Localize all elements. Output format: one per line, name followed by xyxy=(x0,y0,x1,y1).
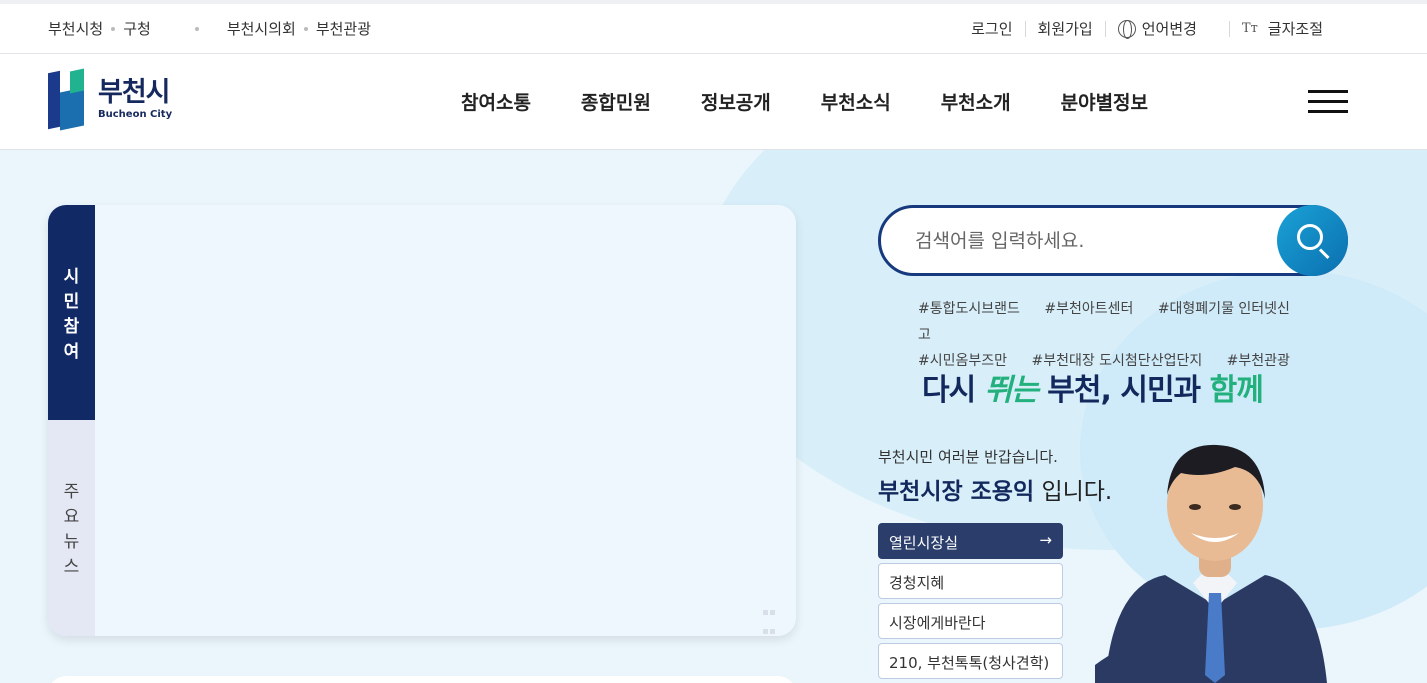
search-box xyxy=(878,205,1348,276)
popular-tags: #통합도시브랜드 #부천아트센터 #대형폐기물 인터넷신고 #시민옴부즈만 #부… xyxy=(918,296,1318,374)
utility-bar: 부천시청 구청 부천시의회 부천관광 로그인 회원가입 언어변경 Tт 글자조절 xyxy=(0,0,1427,54)
search-icon xyxy=(1297,224,1323,250)
nav-participation[interactable]: 참여소통 xyxy=(461,88,531,115)
global-nav: 참여소통 종합민원 정보공개 부천소식 부천소개 분야별정보 xyxy=(461,88,1198,115)
separator-dot xyxy=(303,26,308,31)
mayor-photo xyxy=(1095,444,1327,683)
city-hall-tour-button[interactable]: 210, 부천톡톡(청사견학) xyxy=(878,643,1063,679)
listening-wisdom-button[interactable]: 경청지혜 xyxy=(878,563,1063,599)
link-tourism[interactable]: 부천관광 xyxy=(316,18,371,39)
bucheon-logo-icon xyxy=(48,68,88,131)
mayor-greeting: 부천시민 여러분 반갑습니다. xyxy=(878,448,1058,466)
site-logo[interactable]: 부천시 Bucheon City xyxy=(48,68,173,131)
login-link[interactable]: 로그인 xyxy=(971,18,1012,39)
site-links: 부천시청 구청 부천시의회 부천관광 xyxy=(48,18,371,39)
nav-about[interactable]: 부천소개 xyxy=(941,88,1011,115)
user-links: 로그인 회원가입 언어변경 Tт 글자조절 xyxy=(971,18,1323,39)
logo-text-en: Bucheon City xyxy=(98,109,173,120)
logo-text-ko: 부천시 xyxy=(98,77,171,108)
divider xyxy=(1104,20,1106,37)
tab-citizen-participation[interactable]: 시 민 참 여 xyxy=(48,205,95,420)
nav-civil-service[interactable]: 종합민원 xyxy=(581,88,651,115)
city-slogan: 다시 뛰는 부천, 시민과 함께 xyxy=(922,373,1264,408)
search-input[interactable] xyxy=(915,226,1255,256)
font-size-button[interactable]: 글자조절 xyxy=(1268,18,1323,39)
language-button[interactable]: 언어변경 xyxy=(1142,18,1197,39)
separator-dot xyxy=(111,26,116,31)
globe-icon xyxy=(1117,19,1136,39)
arrow-right-icon: → xyxy=(1039,531,1052,549)
tab-main-news[interactable]: 주 요 뉴 스 xyxy=(48,420,95,636)
main-visual: 시 민 참 여 주 요 뉴 스 #통합도시브랜드 #부천아트센터 #대형폐기물 … xyxy=(0,150,1427,683)
ask-mayor-button[interactable]: 시장에게바란다 xyxy=(878,603,1063,639)
link-city-council[interactable]: 부천시의회 xyxy=(227,18,296,39)
nav-news[interactable]: 부천소식 xyxy=(821,88,891,115)
search-button[interactable] xyxy=(1277,205,1348,276)
tag-link[interactable]: #통합도시브랜드 xyxy=(918,301,1020,317)
link-city-hall[interactable]: 부천시청 xyxy=(48,18,103,39)
mayor-title: 부천시장 조용익 입니다. xyxy=(878,479,1113,505)
link-district[interactable]: 구청 xyxy=(123,18,151,39)
grid-icon xyxy=(762,601,778,634)
main-header: 부천시 Bucheon City 참여소통 종합민원 정보공개 부천소식 부천소… xyxy=(0,54,1427,150)
content-panel-secondary xyxy=(48,676,796,683)
divider xyxy=(1024,20,1026,37)
font-size-icon: Tт xyxy=(1241,21,1258,36)
join-link[interactable]: 회원가입 xyxy=(1038,18,1093,39)
divider xyxy=(1228,20,1230,37)
nav-field-info[interactable]: 분야별정보 xyxy=(1061,88,1148,115)
tag-link[interactable]: #부천아트센터 xyxy=(1044,301,1133,317)
menu-icon[interactable] xyxy=(1308,90,1348,114)
nav-information[interactable]: 정보공개 xyxy=(701,88,771,115)
content-panel: 시 민 참 여 주 요 뉴 스 xyxy=(48,205,796,636)
open-mayor-office-button[interactable]: 열린시장실 → xyxy=(878,523,1063,559)
separator-dot xyxy=(194,26,199,31)
